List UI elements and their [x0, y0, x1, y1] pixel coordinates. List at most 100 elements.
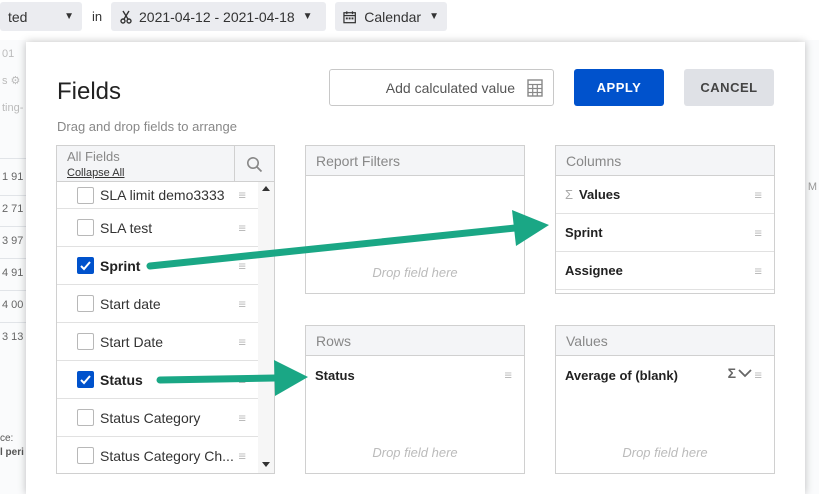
modal-subtitle: Drag and drop fields to arrange	[57, 119, 237, 134]
scroll-down-icon[interactable]	[262, 462, 270, 467]
field-checkbox[interactable]	[77, 447, 94, 464]
collapse-all-link[interactable]: Collapse All	[67, 167, 124, 179]
background-right: M	[805, 40, 819, 494]
chevron-down-icon: ▼	[429, 11, 439, 22]
field-item[interactable]: SLA test ≡	[57, 209, 258, 247]
row-item-label: Status	[315, 367, 355, 383]
field-list: SLA limit demo3333 ≡ SLA test ≡ Sprint ≡…	[57, 182, 258, 473]
calculator-icon	[527, 78, 543, 97]
field-label: Status	[100, 371, 143, 388]
field-item[interactable]: SLA limit demo3333 ≡	[57, 182, 258, 209]
drag-handle-icon[interactable]: ≡	[238, 334, 246, 349]
date-range-select[interactable]: 2021-04-12 - 2021-04-18 ▼	[111, 2, 326, 31]
background-letter: M	[807, 181, 817, 193]
background-footer-line: ce:	[0, 433, 14, 444]
drag-handle-icon[interactable]: ≡	[238, 188, 246, 203]
search-icon	[247, 156, 263, 172]
status-select-label: ted	[8, 8, 28, 25]
background-snippet: ting-	[2, 102, 24, 114]
column-item-assignee[interactable]: Assignee ≡	[556, 252, 774, 290]
drag-handle-icon[interactable]: ≡	[504, 368, 512, 383]
chevron-down-icon: ▼	[302, 11, 313, 22]
columns-zone[interactable]: Columns Σ Values ≡ Sprint ≡ Assignee ≡	[555, 145, 775, 294]
field-checkbox-checked[interactable]	[77, 371, 94, 388]
drag-handle-icon[interactable]: ≡	[238, 220, 246, 235]
value-item-label: Average of (blank)	[565, 367, 678, 383]
drop-hint: Drop field here	[622, 445, 708, 460]
field-checkbox[interactable]	[77, 333, 94, 350]
field-checkbox[interactable]	[77, 219, 94, 236]
rows-zone[interactable]: Rows Status ≡ Drop field here	[305, 325, 525, 474]
column-item-label: Values	[579, 187, 621, 202]
drag-handle-icon[interactable]: ≡	[754, 368, 762, 383]
report-filters-title: Report Filters	[306, 146, 524, 176]
background-footer: ce: l peri	[0, 432, 24, 460]
report-filters-zone[interactable]: Report Filters Drop field here	[305, 145, 525, 294]
field-item[interactable]: Status Category Ch... ≡	[57, 437, 258, 473]
search-button[interactable]	[234, 146, 274, 182]
all-fields-title: All Fields	[67, 149, 120, 164]
field-item[interactable]: Start Date ≡	[57, 323, 258, 361]
chevron-down-icon	[738, 369, 752, 378]
values-zone[interactable]: Values Average of (blank) Σ ≡ Drop field…	[555, 325, 775, 474]
cancel-button[interactable]: CANCEL	[684, 69, 774, 106]
calendar-select[interactable]: Calendar ▼	[335, 2, 447, 31]
gear-icon: s ⚙	[2, 75, 21, 87]
drag-handle-icon[interactable]: ≡	[754, 263, 762, 278]
add-calculated-value-button[interactable]: Add calculated value	[329, 69, 554, 106]
background-row: 3 13	[2, 331, 24, 343]
scroll-up-icon[interactable]	[262, 186, 270, 191]
value-item-average[interactable]: Average of (blank) Σ ≡	[556, 356, 774, 394]
field-label: Start date	[100, 295, 161, 312]
aggregation-dropdown[interactable]: Σ	[728, 365, 752, 381]
field-checkbox[interactable]	[77, 409, 94, 426]
status-select[interactable]: ted ▼	[0, 2, 82, 31]
add-calculated-value-label: Add calculated value	[385, 79, 515, 96]
field-item[interactable]: Status Category ≡	[57, 399, 258, 437]
drag-handle-icon[interactable]: ≡	[238, 448, 246, 463]
field-item[interactable]: Start date ≡	[57, 285, 258, 323]
all-fields-header: All Fields Collapse All	[57, 146, 274, 182]
drag-handle-icon[interactable]: ≡	[238, 258, 246, 273]
row-item-status[interactable]: Status ≡	[306, 356, 524, 394]
background-table: 01 s ⚙ ting- 1 91 2 71 3 97 4 91 4 00 3 …	[0, 40, 26, 494]
drop-hint: Drop field here	[372, 445, 458, 460]
column-item-values[interactable]: Σ Values ≡	[556, 176, 774, 214]
field-label: Start Date	[100, 333, 164, 350]
field-label: Status Category	[100, 409, 201, 426]
chevron-down-icon: ▼	[64, 11, 74, 22]
column-item-sprint[interactable]: Sprint ≡	[556, 214, 774, 252]
field-checkbox-checked[interactable]	[77, 257, 94, 274]
checkmark-icon	[80, 261, 91, 271]
calendar-icon	[343, 10, 356, 23]
drag-handle-icon[interactable]: ≡	[238, 296, 246, 311]
field-item[interactable]: Sprint ≡	[57, 247, 258, 285]
drag-handle-icon[interactable]: ≡	[754, 187, 762, 202]
calendar-label: Calendar	[364, 8, 422, 25]
field-checkbox[interactable]	[77, 295, 94, 312]
drag-handle-icon[interactable]: ≡	[238, 372, 246, 387]
drag-handle-icon[interactable]: ≡	[754, 225, 762, 240]
top-bar: ted ▼ in 2021-04-12 - 2021-04-18 ▼ Calen…	[0, 0, 819, 36]
fields-modal: Fields Drag and drop fields to arrange A…	[26, 42, 805, 494]
background-row: 2 71	[2, 203, 24, 215]
background-footer-line: l peri	[0, 447, 24, 458]
field-checkbox[interactable]	[77, 186, 94, 204]
modal-title: Fields	[57, 78, 122, 105]
drag-handle-icon[interactable]: ≡	[238, 410, 246, 425]
field-list-scrollbar[interactable]	[258, 182, 274, 473]
field-label: SLA limit demo3333	[100, 187, 225, 203]
column-item-label: Assignee	[565, 263, 623, 278]
field-label: SLA test	[100, 219, 153, 236]
background-snippet: 01	[2, 48, 15, 60]
values-title: Values	[556, 326, 774, 356]
drop-hint: Drop field here	[372, 265, 458, 280]
rows-title: Rows	[306, 326, 524, 356]
apply-button[interactable]: APPLY	[574, 69, 664, 106]
background-row: 4 91	[2, 267, 24, 279]
background-row: 3 97	[2, 235, 24, 247]
sigma-icon: Σ	[727, 365, 736, 381]
date-range-label: 2021-04-12 - 2021-04-18	[139, 8, 295, 25]
column-item-label: Sprint	[565, 225, 603, 240]
field-item[interactable]: Status ≡	[57, 361, 258, 399]
